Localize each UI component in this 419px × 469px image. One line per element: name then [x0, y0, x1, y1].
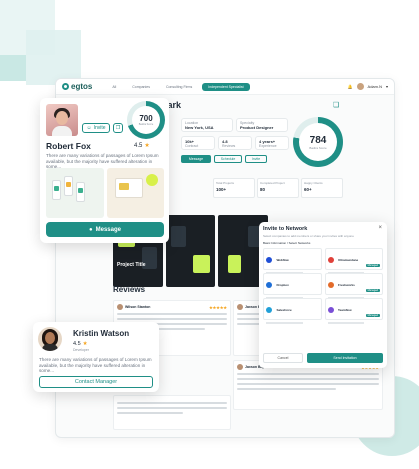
- company-logo-icon: [327, 306, 334, 313]
- score-label: Badira Score: [138, 123, 154, 126]
- avatar: [237, 364, 243, 370]
- score-value: 784: [309, 134, 327, 146]
- card-name: Robert Fox: [46, 141, 91, 151]
- stat-happy-clients: Happy Clients 60+: [301, 178, 343, 198]
- invite-button[interactable]: ☺ Invite: [82, 123, 110, 133]
- star-icon: ★: [144, 143, 150, 149]
- tab-independent-specialist[interactable]: Independent Specialist: [202, 82, 250, 91]
- stat-contract: 10k+ Contract: [181, 136, 215, 150]
- company-option[interactable]: Freshworks Managed: [324, 273, 383, 299]
- chevron-down-icon: ▾: [385, 84, 388, 89]
- contact-manager-button[interactable]: Contact Manager: [39, 376, 153, 388]
- project-stats: Total Projects 100+ Completed Project 80 H…: [213, 178, 343, 198]
- status-badge: Managed: [365, 314, 380, 317]
- score-label: Badira Score: [309, 145, 327, 150]
- location-box: Location New York, USA: [181, 118, 233, 132]
- top-bar: egtos All Companies Consulting Firms Ind…: [56, 79, 394, 95]
- portfolio-previews: [46, 168, 164, 218]
- company-option[interactable]: Teamflow Managed: [324, 298, 383, 324]
- score-ring: 784 Badira Score: [293, 117, 343, 167]
- card-description: There are many variations of passages of…: [39, 357, 152, 374]
- invite-modal: Invite to Network × Select companies to …: [259, 222, 387, 368]
- review-card: [113, 395, 231, 430]
- tab-companies[interactable]: Companies: [126, 83, 156, 91]
- profile-invite-button[interactable]: Invite: [245, 155, 267, 163]
- profile-message-button[interactable]: Message: [181, 155, 211, 163]
- stat-total-projects: Total Projects 100+: [213, 178, 255, 198]
- specialty-box: Specialty Product Designer: [236, 118, 288, 132]
- card-name: Kristin Watson: [73, 329, 130, 338]
- user-plus-icon: ☺: [86, 125, 92, 131]
- portfolio-image[interactable]: [46, 168, 104, 218]
- reviews-heading: Reviews: [113, 285, 146, 294]
- bookmark-icon: ❐: [115, 125, 121, 131]
- project-title: Project Title: [117, 262, 146, 268]
- avatar: [237, 304, 243, 310]
- rating: 4.5 ★: [134, 142, 150, 150]
- rating: 4.5 ★: [73, 341, 88, 347]
- company-option[interactable]: Ultramundane Managed: [324, 248, 383, 274]
- company-logo-icon: [327, 281, 334, 288]
- company-list: Webflow Ultramundane Managed Dropbox Fres…: [263, 248, 383, 324]
- cancel-button[interactable]: Cancel: [263, 353, 303, 363]
- modal-section-label: Basic Information / Select Networks: [263, 241, 311, 245]
- score-value: 700: [139, 114, 153, 123]
- avatar: [356, 83, 364, 90]
- company-option[interactable]: Salesforce: [263, 298, 322, 324]
- logo-icon: [62, 83, 69, 90]
- tab-bar: All Companies Consulting Firms Independe…: [106, 82, 250, 91]
- chat-icon: ●: [89, 226, 93, 233]
- close-icon[interactable]: ×: [378, 225, 382, 231]
- status-badge: Managed: [365, 289, 380, 292]
- message-button[interactable]: ● Message: [46, 222, 164, 237]
- company-logo-icon: [266, 256, 272, 263]
- tab-all[interactable]: All: [106, 83, 122, 91]
- star-rating: ★★★★★: [209, 304, 227, 310]
- profile-photo: [46, 104, 78, 136]
- company-option[interactable]: Dropbox: [263, 273, 322, 299]
- stat-reviews: 4.8 Reviews: [218, 136, 252, 150]
- robert-fox-card: ☺ Invite ❐ 700 Badira Score Robert Fox 4.…: [40, 98, 169, 243]
- schedule-button[interactable]: Schedule: [214, 155, 242, 163]
- score-ring: 700 Badira Score: [127, 101, 165, 139]
- tab-consulting-firms[interactable]: Consulting Firms: [160, 83, 198, 91]
- stat-experience: 4 years+ Experience: [255, 136, 289, 150]
- status-badge: Managed: [365, 264, 380, 267]
- bell-icon[interactable]: 🔔: [348, 84, 353, 89]
- company-logo-icon: [266, 281, 272, 288]
- star-icon: ★: [82, 341, 88, 347]
- bookmark-button[interactable]: ❐: [113, 123, 123, 133]
- brand-name: egtos: [71, 82, 93, 91]
- company-logo-icon: [266, 306, 272, 313]
- stage: egtos All Companies Consulting Firms Ind…: [0, 0, 419, 469]
- stat-completed: Completed Project 80: [257, 178, 299, 198]
- specialty-value: Product Designer: [240, 125, 274, 130]
- bookmark-icon[interactable]: ❏: [333, 101, 339, 109]
- card-role: Developer: [73, 348, 89, 352]
- modal-title: Invite to Network: [263, 226, 308, 232]
- modal-footer: Cancel Send Invitation: [263, 353, 383, 363]
- modal-subtitle: Select companies to add members or share…: [263, 234, 354, 238]
- kristin-watson-card: Kristin Watson 4.5 ★ Developer There are …: [33, 322, 159, 392]
- company-logo-icon: [327, 256, 334, 263]
- profile-photo: [38, 327, 62, 351]
- location-value: New York, USA: [185, 125, 214, 130]
- logo[interactable]: egtos: [62, 82, 92, 91]
- portfolio-image[interactable]: [106, 168, 164, 218]
- project-thumbnail[interactable]: [165, 215, 216, 287]
- avatar: [117, 304, 123, 310]
- send-invitation-button[interactable]: Send Invitation: [307, 353, 383, 363]
- decor-square: [26, 30, 81, 85]
- company-option[interactable]: Webflow: [263, 248, 322, 274]
- decor-square: [0, 55, 26, 81]
- user-name: Adam.N: [367, 84, 382, 89]
- user-menu[interactable]: 🔔 Adam.N ▾: [348, 83, 388, 90]
